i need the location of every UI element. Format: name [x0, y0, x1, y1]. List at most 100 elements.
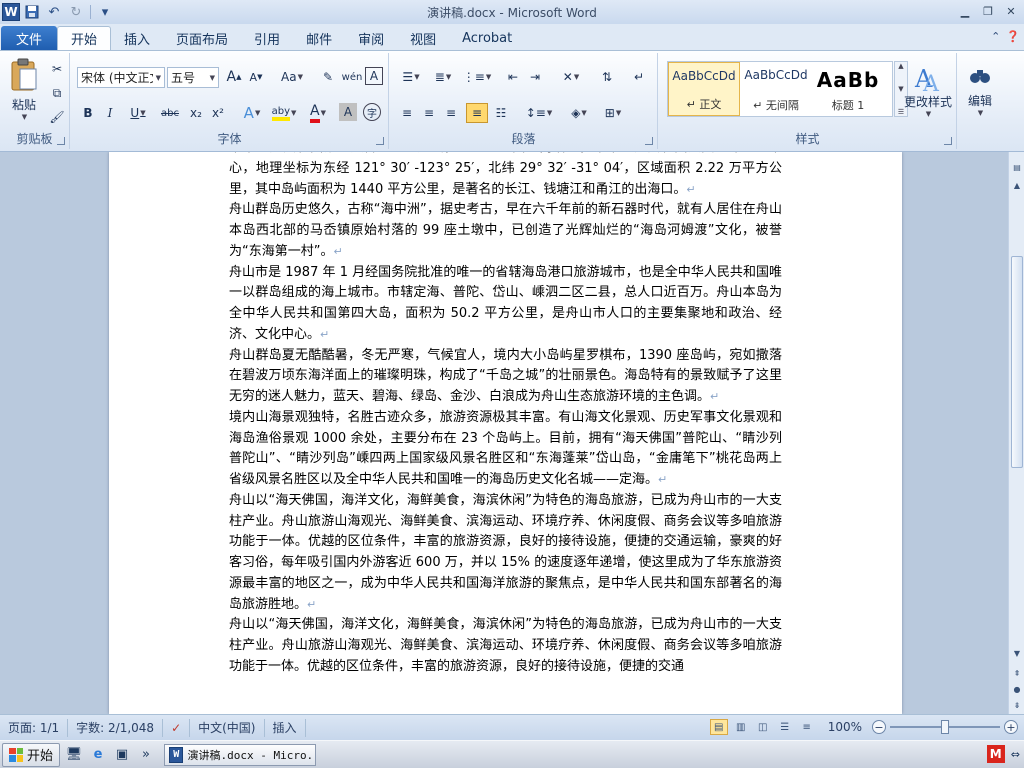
- paragraph[interactable]: 舟山市是 1987 年 1 月经国务院批准的唯一的省辖海岛港口旅游城市，也是全中…: [229, 263, 782, 346]
- shrink-font-button[interactable]: A ▼: [245, 67, 267, 87]
- save-icon[interactable]: [22, 2, 42, 22]
- decrease-indent-icon[interactable]: ⇤: [502, 67, 524, 87]
- tab-mailings[interactable]: 邮件: [293, 26, 345, 50]
- redo-icon[interactable]: ↻: [66, 2, 86, 22]
- show-desktop-icon[interactable]: 🖥: [64, 745, 84, 765]
- font-size-dropdown-icon[interactable]: ▼: [210, 74, 215, 82]
- tab-page-layout[interactable]: 页面布局: [163, 26, 241, 50]
- document-body[interactable]: 中华人民共和国第一大群岛——舟山，它位于我国东南沿海，中华人民共和国大陆海岸线的…: [229, 152, 782, 678]
- tray-app-icon[interactable]: M: [986, 745, 1005, 763]
- align-left-icon[interactable]: ≡: [396, 103, 418, 123]
- language-indicator[interactable]: 中文(中国): [190, 718, 265, 737]
- borders-button[interactable]: ⊞ ▼: [598, 103, 628, 123]
- font-name-dropdown-icon[interactable]: ▼: [156, 74, 161, 82]
- scroll-thumb[interactable]: [1011, 256, 1023, 468]
- zoom-level[interactable]: 100%: [828, 720, 862, 734]
- document-page[interactable]: 中华人民共和国第一大群岛——舟山，它位于我国东南沿海，中华人民共和国大陆海岸线的…: [109, 152, 902, 714]
- ruler-toggle-icon[interactable]: ▤: [1010, 160, 1024, 174]
- font-color-button[interactable]: A ▼: [303, 103, 333, 123]
- superscript-button[interactable]: x²: [207, 103, 229, 123]
- print-layout-icon[interactable]: ▤: [709, 719, 728, 735]
- ie-icon[interactable]: e: [88, 745, 108, 765]
- change-styles-button[interactable]: AA 更改样式 ▼: [899, 59, 957, 121]
- chinese-layout-button[interactable]: ✕ ▼: [556, 67, 586, 87]
- paragraph[interactable]: 舟山群岛历史悠久，古称“海中洲”，据史考古，早在六千年前的新石器时代，就有人居住…: [229, 200, 782, 262]
- editing-button[interactable]: 编辑 ▼: [960, 59, 1000, 123]
- style-normal[interactable]: AaBbCcDd ↵ 正文: [668, 62, 740, 116]
- enclose-char-button[interactable]: 字: [363, 103, 381, 121]
- change-case-button[interactable]: Aa ▼: [277, 67, 307, 87]
- proofing-icon[interactable]: ✓: [163, 718, 191, 737]
- zoom-out-icon[interactable]: −: [872, 720, 886, 734]
- tab-review[interactable]: 审阅: [345, 26, 397, 50]
- browse-object-icon[interactable]: ●: [1010, 682, 1024, 696]
- tab-references[interactable]: 引用: [241, 26, 293, 50]
- tab-file[interactable]: 文件: [1, 26, 57, 50]
- media-icon[interactable]: ▣: [112, 745, 132, 765]
- tab-home[interactable]: 开始: [57, 26, 112, 50]
- format-painter-icon[interactable]: 🖌: [46, 107, 68, 127]
- paragraph[interactable]: 境内山海景观独特，名胜古迹众多，旅游资源极其丰富。有山海文化景观、历史军事文化景…: [229, 408, 782, 491]
- style-no-spacing[interactable]: AaBbCcDd ↵ 无间隔: [740, 62, 812, 116]
- multilevel-list-button[interactable]: ⋮≡ ▼: [462, 67, 492, 87]
- paste-dropdown-icon[interactable]: ▼: [22, 113, 27, 121]
- shading-button[interactable]: ◈ ▼: [564, 103, 594, 123]
- copy-icon[interactable]: ⧉: [46, 83, 68, 103]
- sort-icon[interactable]: ⇅: [596, 67, 618, 87]
- char-border-icon[interactable]: A: [365, 67, 383, 85]
- previous-page-icon[interactable]: ⇞: [1010, 666, 1024, 680]
- tray-expand-icon[interactable]: ⇔: [1011, 748, 1020, 761]
- bullets-button[interactable]: ☰ ▼: [396, 67, 426, 87]
- font-launcher-icon[interactable]: [376, 137, 384, 145]
- scroll-down-icon[interactable]: ▼: [1010, 646, 1024, 660]
- distributed-icon[interactable]: ☷: [490, 103, 512, 123]
- outline-view-icon[interactable]: ☰: [776, 719, 794, 735]
- zoom-in-icon[interactable]: +: [1004, 720, 1018, 734]
- paste-button[interactable]: 粘贴 ▼: [4, 55, 44, 123]
- tab-acrobat[interactable]: Acrobat: [449, 26, 525, 50]
- word-count[interactable]: 字数: 2/1,048: [68, 718, 164, 737]
- help-icon[interactable]: ❓: [1006, 30, 1020, 43]
- justify-icon[interactable]: ≡: [466, 103, 488, 123]
- show-marks-icon[interactable]: ↵: [628, 67, 650, 87]
- change-styles-dropdown-icon[interactable]: ▼: [926, 110, 931, 118]
- clipboard-launcher-icon[interactable]: [57, 137, 65, 145]
- minimize-ribbon-icon[interactable]: ⌃: [991, 30, 1000, 43]
- next-page-icon[interactable]: ⇟: [1010, 698, 1024, 712]
- full-screen-reading-icon[interactable]: ▥: [732, 719, 750, 735]
- text-effects-button[interactable]: A ▼: [237, 103, 267, 123]
- paragraph[interactable]: 舟山以“海天佛国，海洋文化，海鲜美食，海滨休闲”为特色的海岛旅游，已成为舟山市的…: [229, 491, 782, 616]
- grow-font-button[interactable]: A ▲: [223, 67, 245, 87]
- vertical-scrollbar[interactable]: ▤ ▲ ▼ ⇞ ● ⇟: [1008, 152, 1024, 714]
- word-logo-icon[interactable]: W: [2, 3, 20, 21]
- page-count[interactable]: 页面: 1/1: [0, 718, 69, 737]
- styles-launcher-icon[interactable]: [944, 137, 952, 145]
- underline-button[interactable]: U ▼: [123, 103, 153, 123]
- font-size-combo[interactable]: 五号 ▼: [167, 67, 219, 88]
- paragraph[interactable]: 中华人民共和国第一大群岛——舟山，它位于我国东南沿海，中华人民共和国大陆海岸线的…: [229, 152, 782, 200]
- align-center-icon[interactable]: ≡: [418, 103, 440, 123]
- highlight-button[interactable]: aby ▼: [269, 103, 299, 123]
- char-shading-button[interactable]: A: [339, 103, 357, 121]
- taskbar-more-icon[interactable]: »: [136, 745, 156, 765]
- numbering-button[interactable]: ≣ ▼: [428, 67, 458, 87]
- font-name-combo[interactable]: 宋体 (中文正文 ▼: [77, 67, 165, 88]
- strikethrough-button[interactable]: abc: [157, 103, 183, 123]
- cut-icon[interactable]: ✂: [46, 59, 68, 79]
- undo-icon[interactable]: ↶: [44, 2, 64, 22]
- insert-mode[interactable]: 插入: [265, 718, 306, 737]
- style-heading-1[interactable]: AaBb 标题 1: [812, 62, 884, 116]
- editing-dropdown-icon[interactable]: ▼: [978, 109, 983, 117]
- taskbar-word-task[interactable]: W 演讲稿.docx - Micro...: [164, 743, 317, 766]
- zoom-thumb[interactable]: [941, 720, 949, 734]
- paragraph[interactable]: 舟山群岛夏无酷酷暑，冬无严寒，气候宜人，境内大小岛屿星罗棋布，1390 座岛屿，…: [229, 346, 782, 408]
- paragraph-launcher-icon[interactable]: [645, 137, 653, 145]
- italic-button[interactable]: I: [99, 103, 121, 123]
- bold-button[interactable]: B: [77, 103, 99, 123]
- paragraph[interactable]: 舟山以“海天佛国，海洋文化，海鲜美食，海滨休闲”为特色的海岛旅游，已成为舟山市的…: [229, 615, 782, 677]
- close-icon[interactable]: ✕: [1000, 2, 1022, 20]
- zoom-slider[interactable]: [890, 719, 1000, 735]
- align-right-icon[interactable]: ≡: [440, 103, 462, 123]
- customize-qat-icon[interactable]: ▾: [95, 2, 115, 22]
- scroll-up-icon[interactable]: ▲: [1010, 178, 1024, 192]
